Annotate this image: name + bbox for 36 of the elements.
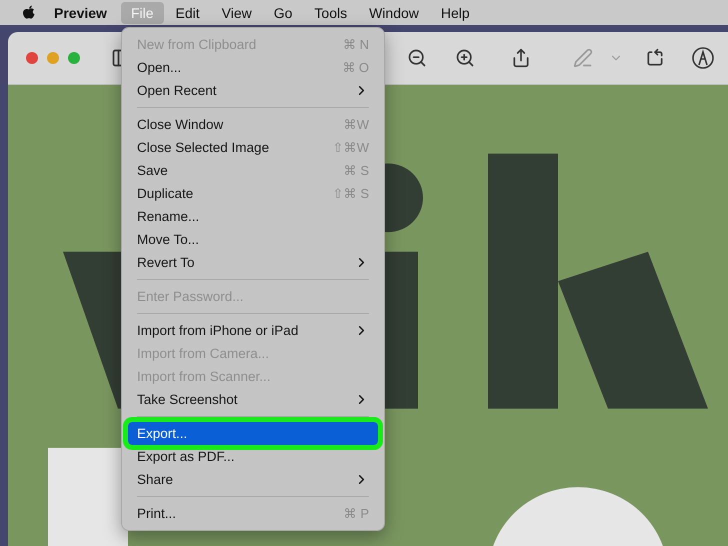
menu-item[interactable]: Rename... <box>128 205 378 228</box>
menu-item[interactable]: Save ⌘ S <box>128 159 378 182</box>
rotate-icon[interactable] <box>645 48 665 68</box>
shortcut-text: ⌘ N <box>343 37 369 52</box>
menu-item[interactable]: Duplicate ⇧⌘ S <box>128 182 378 205</box>
app-name[interactable]: Preview <box>38 4 119 20</box>
menu-item[interactable]: Open Recent <box>128 79 378 102</box>
menu-item[interactable]: Export as PDF... <box>128 445 378 468</box>
zoom-in-icon[interactable] <box>455 48 475 68</box>
zoom-out-icon[interactable] <box>407 48 427 68</box>
menu-item[interactable]: Move To... <box>128 228 378 251</box>
menu-item[interactable]: Close Selected Image ⇧⌘W <box>128 136 378 159</box>
menu-item[interactable]: Import from iPhone or iPad <box>128 319 378 342</box>
menu-item[interactable]: Revert To <box>128 251 378 274</box>
share-icon[interactable] <box>511 48 531 68</box>
apple-icon[interactable] <box>22 4 36 20</box>
shortcut-text: ⇧⌘W <box>332 140 369 155</box>
shortcut-text: ⌘W <box>344 117 369 132</box>
close-button[interactable] <box>26 52 38 64</box>
menu-item[interactable]: Export... <box>128 422 378 445</box>
menu-item[interactable]: Take Screenshot <box>128 388 378 411</box>
menu-bar-item[interactable]: Go <box>264 2 302 24</box>
menu-bar-item[interactable]: Tools <box>304 2 358 24</box>
shortcut-text: ⌘ O <box>342 60 369 75</box>
shortcut-text: ⌘ P <box>344 506 369 521</box>
markup-icon[interactable] <box>691 46 715 70</box>
shortcut-text: ⌘ S <box>344 163 369 178</box>
menu-item[interactable]: Close Window ⌘W <box>128 113 378 136</box>
menu-item[interactable]: Share <box>128 468 378 491</box>
menu-item[interactable]: Open... ⌘ O <box>128 56 378 79</box>
menu-bar-item[interactable]: Window <box>359 2 429 24</box>
shortcut-text: ⇧⌘ S <box>332 186 369 201</box>
menu-bar-item[interactable]: View <box>212 2 262 24</box>
menu-bar-item[interactable]: Help <box>430 2 480 24</box>
menu-bar-item[interactable]: Edit <box>166 2 210 24</box>
menu-item[interactable]: Print... ⌘ P <box>128 502 378 525</box>
